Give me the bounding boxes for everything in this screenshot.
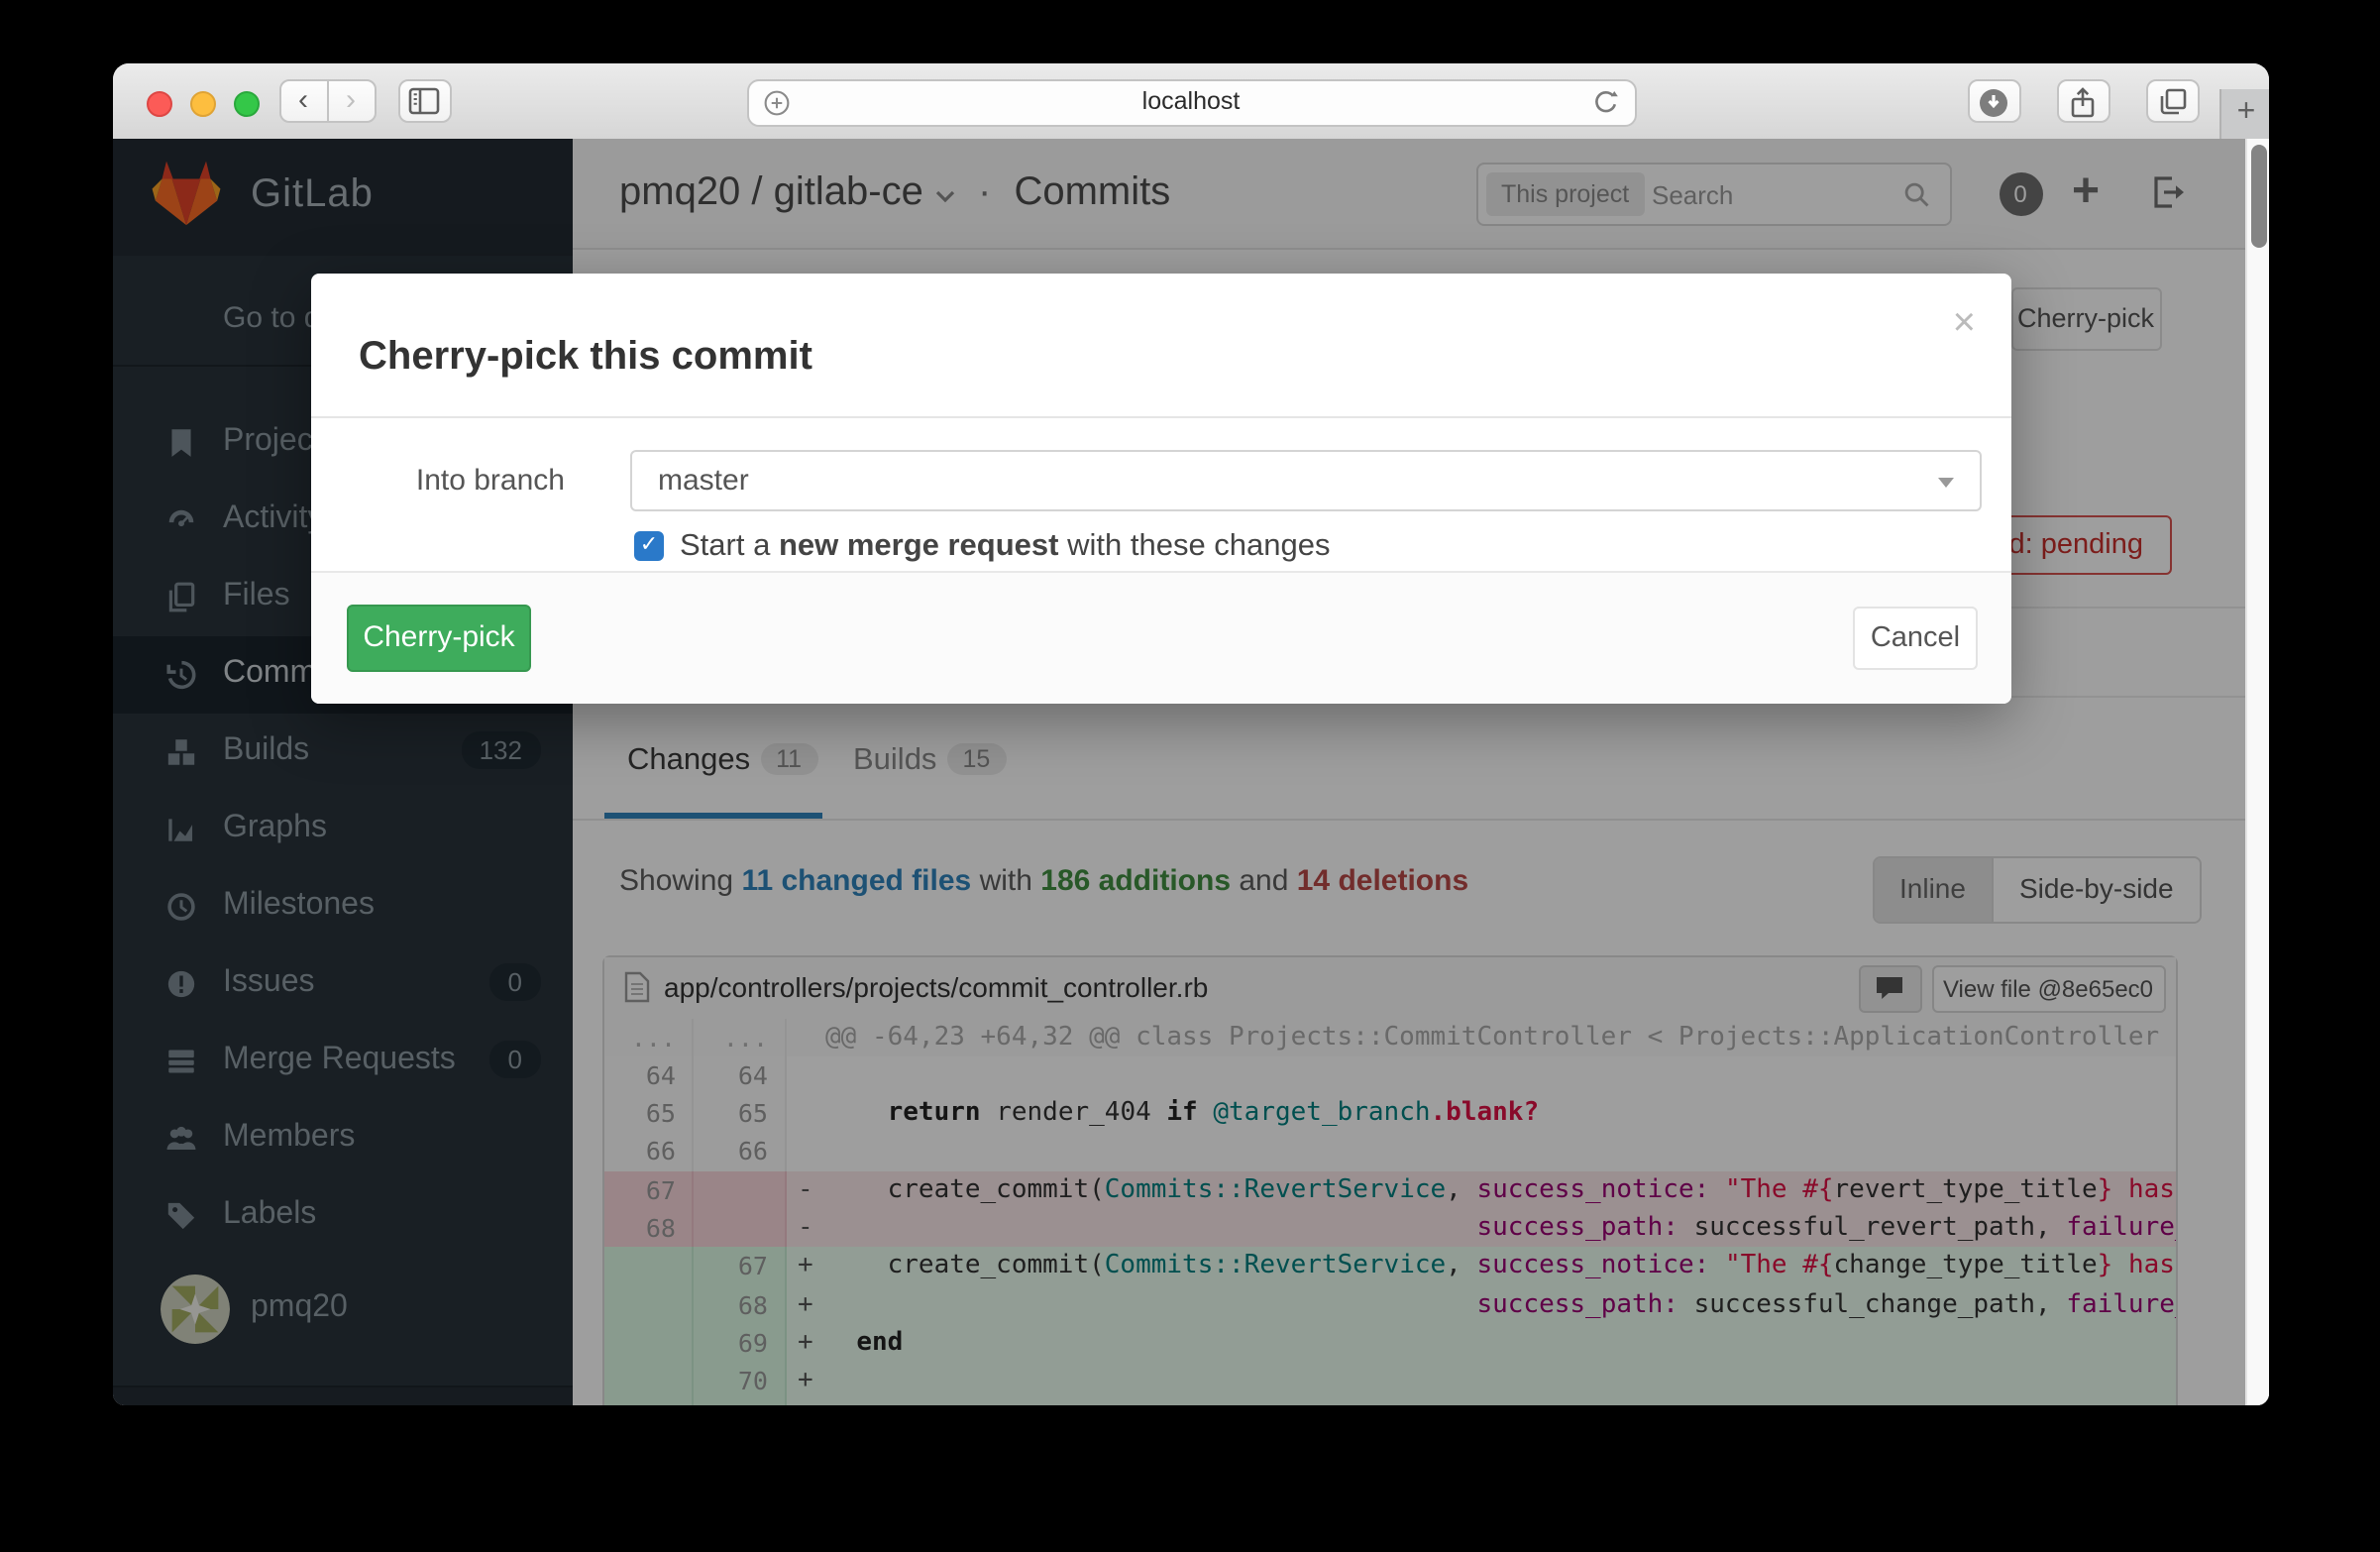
scrollbar-track[interactable] xyxy=(2244,138,2269,1404)
tabs-icon xyxy=(2157,87,2187,117)
into-branch-label: Into branch xyxy=(311,465,565,499)
reader-icon[interactable] xyxy=(762,89,790,127)
branch-select-value: master xyxy=(658,465,749,499)
sidebar-icon xyxy=(408,87,440,115)
new-mr-checkbox[interactable]: ✓ xyxy=(634,532,664,562)
checkbox-label-prefix: Start a xyxy=(680,530,779,564)
checkbox-label-suffix: with these changes xyxy=(1059,530,1331,564)
download-icon xyxy=(1978,87,2009,119)
web-page: GitLab Go to dashboard ProjectActivityFi… xyxy=(112,138,2269,1404)
minimize-window-button[interactable] xyxy=(189,90,215,116)
cherry-pick-submit-button[interactable]: Cherry-pick xyxy=(347,606,531,673)
reload-icon[interactable] xyxy=(1590,87,1620,127)
modal-footer: Cherry-pick Cancel xyxy=(311,572,2011,705)
url-text: localhost xyxy=(748,81,1634,123)
browser-toolbar: ‹ › localhost xyxy=(112,62,2269,140)
new-mr-checkbox-label[interactable]: Start a new merge request with these cha… xyxy=(680,530,1331,566)
cherry-pick-modal: Cherry-pick this commit × Into branch ma… xyxy=(311,275,2011,705)
cancel-button[interactable]: Cancel xyxy=(1853,608,1978,671)
tab-overview-button[interactable] xyxy=(2145,79,2199,123)
back-button[interactable]: ‹ xyxy=(278,79,328,123)
forward-button[interactable]: › xyxy=(326,79,376,123)
close-window-button[interactable] xyxy=(146,90,171,116)
checkbox-label-bold: new merge request xyxy=(779,530,1059,564)
downloads-button[interactable] xyxy=(1967,79,2020,123)
modal-title: Cherry-pick this commit xyxy=(359,336,812,382)
select-caret-icon xyxy=(1938,479,1954,489)
browser-window: ‹ › localhost xyxy=(112,62,2269,1404)
share-button[interactable] xyxy=(2056,79,2110,123)
close-icon[interactable]: × xyxy=(1953,302,1976,348)
new-tab-button[interactable]: + xyxy=(2219,88,2269,138)
screen: ‹ › localhost xyxy=(0,0,2380,1552)
zoom-window-button[interactable] xyxy=(233,90,259,116)
branch-select[interactable]: master xyxy=(630,451,1982,512)
modal-header-divider xyxy=(311,417,2011,419)
share-icon xyxy=(2069,87,2097,119)
scrollbar-thumb[interactable] xyxy=(2250,144,2266,247)
sidebar-toggle-button[interactable] xyxy=(397,79,451,123)
address-bar[interactable]: localhost xyxy=(746,79,1636,127)
